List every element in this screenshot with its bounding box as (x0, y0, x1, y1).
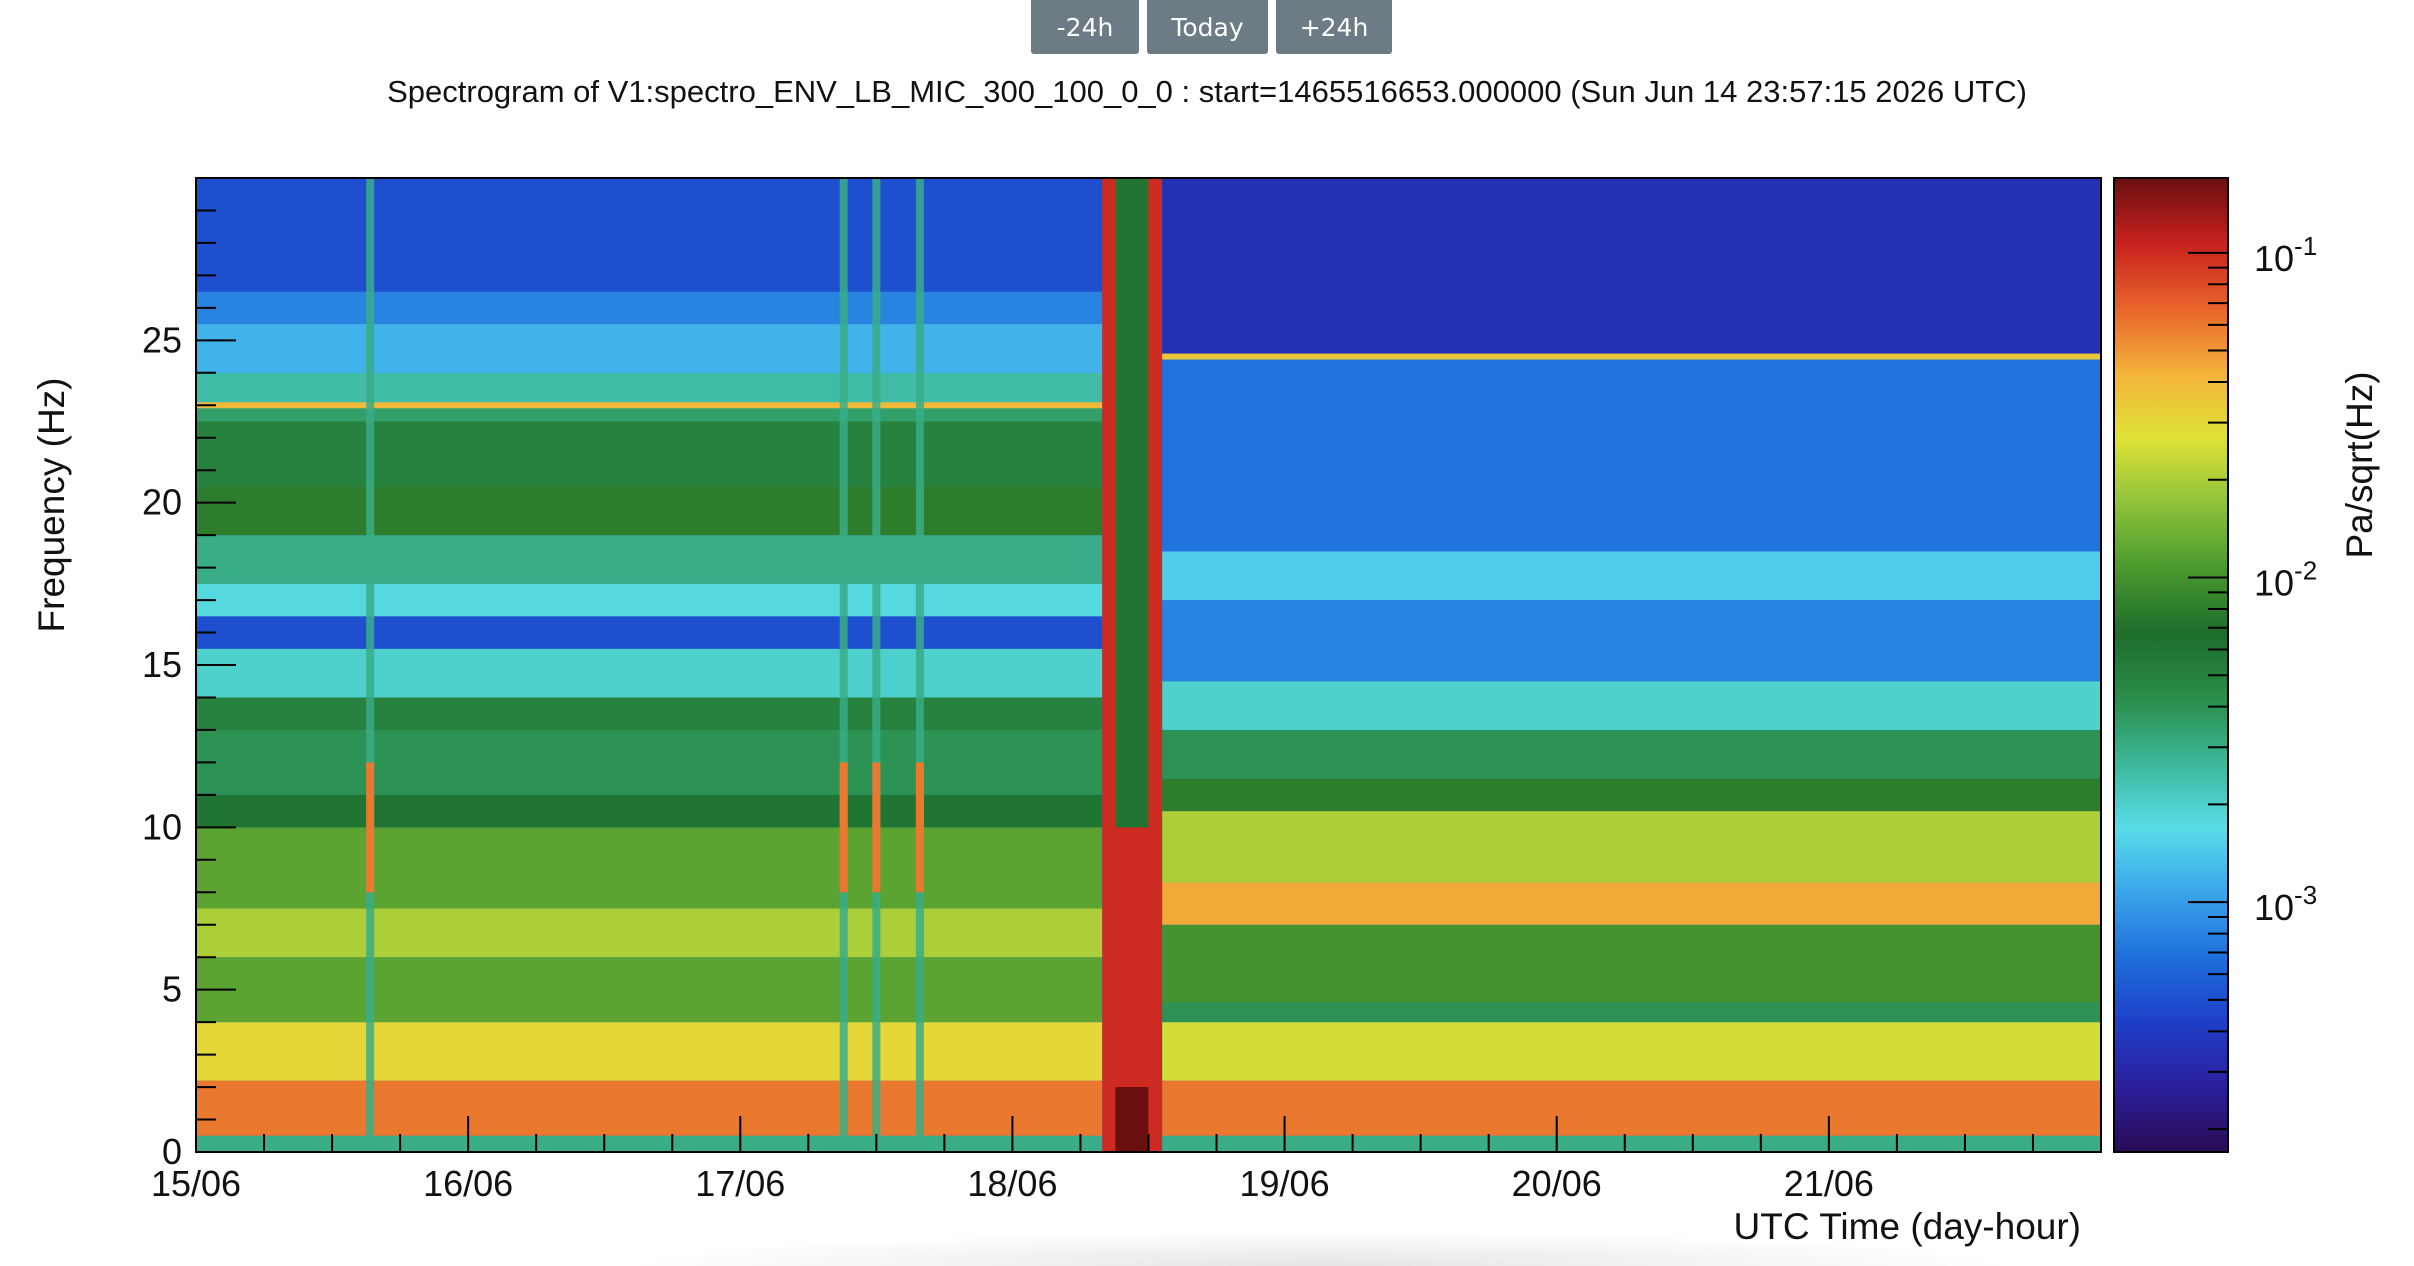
y-axis-label: Frequency (Hz) (31, 378, 72, 633)
glitch-line (915, 178, 924, 1152)
spectrogram-band (1162, 778, 2101, 812)
spectrogram-band (1162, 1135, 2101, 1152)
spectrogram-band (196, 486, 1103, 536)
spectrogram-band (1162, 1080, 2101, 1136)
spectrogram-band (196, 616, 1103, 649)
spectrogram-band (1162, 600, 2101, 682)
spectrogram-band (196, 535, 1103, 584)
spectrogram-chart: 051015202515/06 16/06 17/06 18/06 19/06 20/06… (31, 177, 2380, 1247)
spectrogram-band (196, 648, 1103, 698)
glitch-line (366, 762, 375, 893)
glitch-line (366, 178, 375, 1152)
spectrogram-band (1162, 356, 2101, 552)
spectrogram-band (1162, 729, 2101, 779)
spectrogram-band (1162, 178, 2101, 357)
spectrogram-band (196, 827, 1103, 909)
spectrogram-band (196, 291, 1103, 325)
spectrogram-band (1162, 882, 2101, 925)
y-tick-label: 15 (142, 644, 182, 685)
glitch-line (872, 178, 881, 1152)
spectrogram-band (1162, 551, 2101, 601)
spectrogram-band (196, 372, 1103, 406)
spectrogram-band (196, 697, 1103, 730)
spectrogram-band (196, 908, 1103, 958)
colorbar-tick-label: 10-1 (2254, 231, 2317, 279)
spectrogram-band (196, 178, 1103, 292)
transient-core (1115, 178, 1149, 828)
spectrogram-band (1162, 924, 2101, 1003)
spectrogram-band (196, 1080, 1103, 1136)
x-tick-label: 18/06 (967, 1163, 1057, 1204)
spectrogram-band (196, 421, 1103, 487)
spectrogram-band (196, 324, 1103, 373)
spectrogram-band (196, 729, 1103, 795)
glitch-line (839, 178, 848, 1152)
glitch-line (915, 762, 924, 893)
y-tick-label: 10 (142, 806, 182, 847)
x-tick-label: 19/06 (1240, 1163, 1330, 1204)
glitch-line (839, 762, 848, 893)
y-tick-label: 25 (142, 319, 182, 360)
x-tick-label: 16/06 (423, 1163, 513, 1204)
transient-core (1115, 1087, 1149, 1152)
y-tick-label: 20 (142, 482, 182, 523)
x-axis-label: UTC Time (day-hour) (1734, 1206, 2081, 1247)
spectrogram-band (196, 957, 1103, 1023)
spectral-line (1162, 353, 2101, 360)
x-tick-label: 17/06 (695, 1163, 785, 1204)
spectrogram-band (1162, 1022, 2101, 1081)
spectral-line (196, 402, 1103, 409)
colorbar-tick-label: 10-2 (2254, 555, 2317, 603)
spectrogram-band (1162, 1002, 2101, 1023)
spectrogram-band (1162, 681, 2101, 730)
spectrogram-band (196, 1022, 1103, 1081)
colorbar-tick-label: 10-3 (2254, 880, 2317, 928)
spectrogram-area (196, 178, 2101, 1152)
x-tick-label: 21/06 (1784, 1163, 1874, 1204)
glitch-line (872, 762, 881, 893)
spectrogram-band (196, 794, 1103, 828)
spectrogram-band (196, 583, 1103, 617)
y-tick-label: 5 (162, 969, 182, 1010)
spectrogram-band (1162, 811, 2101, 883)
x-tick-label: 20/06 (1512, 1163, 1602, 1204)
colorbar-label: Pa/sqrt(Hz) (2339, 371, 2380, 558)
x-tick-label: 15/06 (151, 1163, 241, 1204)
